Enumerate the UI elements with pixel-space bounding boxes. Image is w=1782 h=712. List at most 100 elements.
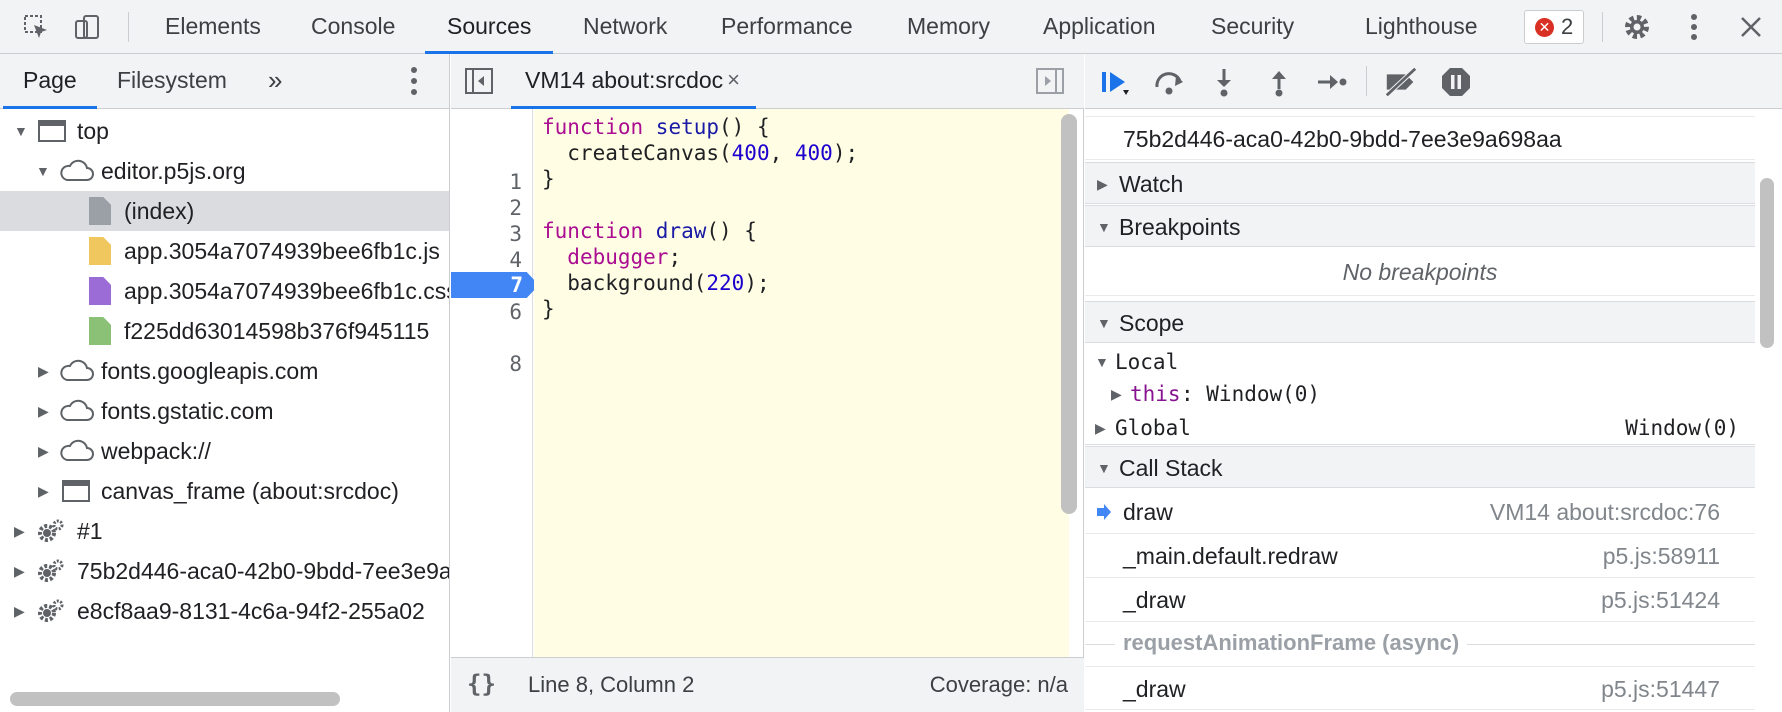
breakpoints-section-header[interactable]: ▼ Breakpoints xyxy=(1085,205,1755,247)
navigator-horizontal-scrollbar[interactable] xyxy=(10,692,340,706)
scope-this-item[interactable]: ▶ this : Window(0) xyxy=(1085,378,1755,410)
editor-status-bar: {} Line 8, Column 2 Coverage: n/a xyxy=(451,657,1084,712)
toggle-navigator-icon[interactable] xyxy=(465,68,493,100)
toolbar-divider xyxy=(1366,66,1367,96)
tab-filesystem[interactable]: Filesystem xyxy=(97,54,247,109)
thread-label: 75b2d446-aca0-42b0-9bdd-7ee3e9a698aa xyxy=(1123,126,1562,152)
font-file-icon xyxy=(89,317,111,345)
toggle-debugger-icon[interactable] xyxy=(1036,68,1064,100)
tree-item-worker-e8cf[interactable]: ▶ e8cf8aa9-8131-4c6a-94f2-255a02 xyxy=(0,591,449,631)
line-number[interactable]: 4 xyxy=(462,247,522,273)
tab-application[interactable]: Application xyxy=(1021,0,1178,54)
gear-icon xyxy=(38,519,64,542)
async-label: requestAnimationFrame (async) xyxy=(1115,630,1468,656)
tree-item-label: e8cf8aa9-8131-4c6a-94f2-255a02 xyxy=(77,598,425,624)
resume-icon[interactable] xyxy=(1097,64,1133,100)
line-number[interactable]: 1 xyxy=(462,169,522,195)
cloud-icon xyxy=(60,399,94,421)
scope-section-header[interactable]: ▼ Scope xyxy=(1085,301,1755,343)
tab-sources[interactable]: Sources xyxy=(425,0,554,54)
call-frame-location[interactable]: p5.js:58911 xyxy=(1603,534,1720,578)
pretty-print-icon[interactable]: {} xyxy=(467,670,496,698)
tree-item-app-css[interactable]: app.3054a7074939bee6fb1c.css xyxy=(0,271,449,311)
tab-console[interactable]: Console xyxy=(289,0,417,54)
step-out-icon[interactable] xyxy=(1261,64,1297,100)
tab-page[interactable]: Page xyxy=(3,54,97,109)
code-area[interactable]: function setup() { createCanvas(400, 400… xyxy=(534,109,1069,657)
collapsed-arrow-icon: ▶ xyxy=(38,363,49,379)
step-icon[interactable] xyxy=(1314,64,1350,100)
close-icon[interactable] xyxy=(1733,9,1769,45)
tab-elements[interactable]: Elements xyxy=(143,0,283,54)
inspect-icon[interactable] xyxy=(18,9,54,45)
navigator-menu-icon[interactable] xyxy=(410,66,418,102)
tree-item-top[interactable]: ▼ top xyxy=(0,111,449,151)
tab-memory[interactable]: Memory xyxy=(885,0,1012,54)
call-frame-redraw[interactable]: _main.default.redraw p5.js:58911 xyxy=(1085,534,1755,578)
tree-item-fonts-googleapis[interactable]: ▶ fonts.googleapis.com xyxy=(0,351,449,391)
call-stack-section-header[interactable]: ▼ Call Stack xyxy=(1085,446,1755,488)
paused-line-marker[interactable]: 7 xyxy=(451,272,539,298)
call-frame-draw[interactable]: draw VM14 about:srcdoc:76 xyxy=(1085,490,1755,534)
deactivate-breakpoints-icon[interactable] xyxy=(1383,64,1419,100)
expanded-arrow-icon: ▼ xyxy=(1097,460,1111,476)
watch-section-header[interactable]: ▶ Watch xyxy=(1085,162,1755,204)
current-frame-arrow-icon xyxy=(1097,504,1111,520)
scope-local-label: Local xyxy=(1115,350,1179,374)
collapsed-arrow-icon: ▶ xyxy=(38,403,49,419)
tree-item-label: app.3054a7074939bee6fb1c.js xyxy=(124,238,440,264)
tree-item-worker-1[interactable]: ▶ #1 xyxy=(0,511,449,551)
tree-item-editor-p5js[interactable]: ▼ editor.p5js.org xyxy=(0,151,449,191)
tree-item-index[interactable]: (index) xyxy=(0,191,449,231)
tab-security[interactable]: Security xyxy=(1189,0,1316,54)
tab-network[interactable]: Network xyxy=(561,0,689,54)
tree-item-label: fonts.googleapis.com xyxy=(101,358,319,384)
line-number[interactable]: 3 xyxy=(462,221,522,247)
tree-item-label: webpack:// xyxy=(101,438,211,464)
tree-item-canvas-frame[interactable]: ▶ canvas_frame (about:srcdoc) xyxy=(0,471,449,511)
line-number[interactable]: 6 xyxy=(462,299,522,325)
line-number[interactable]: 2 xyxy=(462,195,522,221)
tree-item-webpack[interactable]: ▶ webpack:// xyxy=(0,431,449,471)
step-over-icon[interactable] xyxy=(1151,64,1187,100)
debugger-vertical-scrollbar[interactable] xyxy=(1760,178,1774,348)
scope-global[interactable]: ▶ Global Window(0) xyxy=(1085,411,1755,445)
tab-performance[interactable]: Performance xyxy=(699,0,875,54)
call-frame-draw-internal[interactable]: _draw p5.js:51424 xyxy=(1085,578,1755,622)
scope-local[interactable]: ▼ Local xyxy=(1085,346,1755,378)
code-line-6: debugger; xyxy=(567,245,682,269)
tree-item-app-js[interactable]: app.3054a7074939bee6fb1c.js xyxy=(0,231,449,271)
more-vert-icon[interactable] xyxy=(1676,9,1712,45)
editor-vertical-scrollbar[interactable] xyxy=(1061,114,1077,514)
device-toggle-icon[interactable] xyxy=(70,9,106,45)
call-frame-location[interactable]: p5.js:51447 xyxy=(1601,667,1720,711)
tab-lighthouse[interactable]: Lighthouse xyxy=(1343,0,1500,54)
call-frame-location[interactable]: p5.js:51424 xyxy=(1601,578,1720,622)
paused-line-number: 7 xyxy=(510,273,523,297)
call-frame-function: _draw xyxy=(1123,676,1186,702)
pause-on-exceptions-icon[interactable] xyxy=(1438,64,1474,100)
error-count: 2 xyxy=(1561,14,1574,39)
step-into-icon[interactable] xyxy=(1206,64,1242,100)
collapsed-arrow-icon: ▶ xyxy=(1111,386,1122,402)
thread-row[interactable]: 75b2d446-aca0-42b0-9bdd-7ee3e9a698aa xyxy=(1085,116,1755,160)
coverage-status: Coverage: n/a xyxy=(929,672,1068,697)
tree-item-label: top xyxy=(77,118,109,144)
call-frame-draw-async[interactable]: _draw p5.js:51447 xyxy=(1085,666,1755,710)
more-tabs-button[interactable]: » xyxy=(248,54,302,109)
toolbar-divider xyxy=(1602,12,1603,42)
tree-item-font-file[interactable]: f225dd63014598b376f945115 xyxy=(0,311,449,351)
error-count-badge[interactable]: ✕ 2 xyxy=(1524,10,1585,44)
editor-tab-vm14[interactable]: VM14 about:srcdoc × xyxy=(511,54,756,109)
line-number[interactable]: 8 xyxy=(462,351,522,377)
collapsed-arrow-icon: ▶ xyxy=(1097,176,1108,192)
gear-icon[interactable] xyxy=(1619,9,1655,45)
expanded-arrow-icon: ▼ xyxy=(14,123,28,139)
cloud-icon xyxy=(60,359,94,381)
line-number-gutter[interactable]: 1 2 3 4 5 6 8 xyxy=(451,109,533,657)
tree-item-fonts-gstatic[interactable]: ▶ fonts.gstatic.com xyxy=(0,391,449,431)
code-line-2: createCanvas(400, 400); xyxy=(542,141,859,165)
call-frame-location[interactable]: VM14 about:srcdoc:76 xyxy=(1490,490,1720,534)
tree-item-worker-75b2[interactable]: ▶ 75b2d446-aca0-42b0-9bdd-7ee3e9a698aa xyxy=(0,551,449,591)
close-tab-icon[interactable]: × xyxy=(727,54,740,106)
